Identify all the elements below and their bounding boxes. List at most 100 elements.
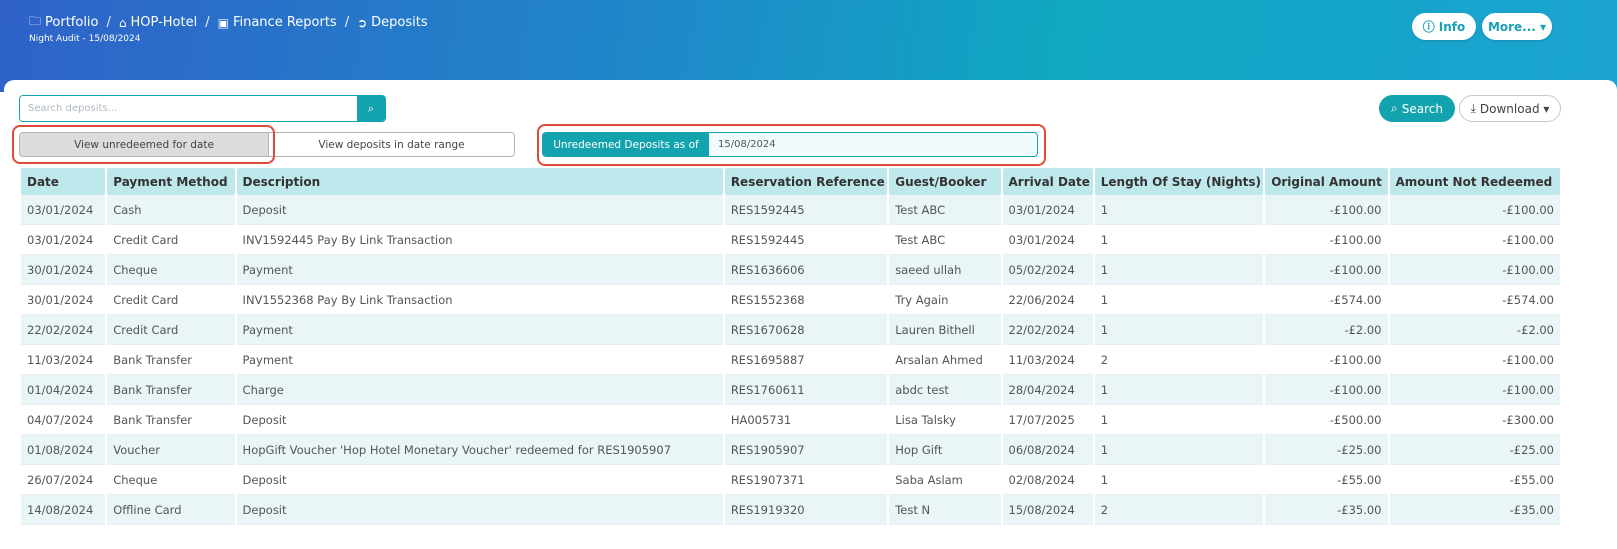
table-cell: 1: [1094, 255, 1264, 285]
info-icon: ⓘ: [1422, 20, 1435, 34]
table-cell: 17/07/2025: [1002, 405, 1093, 435]
table-cell: 22/06/2024: [1002, 285, 1093, 315]
table-row[interactable]: 03/01/2024 Cash Deposit RES1592445 Test ABC 0…: [21, 195, 1560, 225]
table-cell: -£100.00: [1265, 225, 1388, 255]
table-cell: 22/02/2024: [21, 315, 106, 345]
search-button[interactable]: ⌕ Search: [1379, 95, 1455, 122]
table-header-row: Date Payment Method Description Reservat…: [21, 168, 1560, 195]
table-cell: -£100.00: [1389, 375, 1560, 405]
table-cell: 1: [1094, 195, 1264, 225]
column-header[interactable]: Arrival Date: [1002, 168, 1093, 195]
breadcrumb-label: HOP-Hotel: [130, 15, 198, 30]
table-cell: -£55.00: [1265, 465, 1388, 495]
table-cell: 28/04/2024: [1002, 375, 1093, 405]
folder-icon: 🗀: [29, 14, 42, 28]
table-cell: 15/08/2024: [1002, 495, 1093, 525]
table-cell: abdc test: [889, 375, 1001, 405]
highlight-box-date-filter: [537, 124, 1046, 166]
table-cell: -£100.00: [1389, 345, 1560, 375]
table-cell: Cheque: [107, 465, 235, 495]
column-header[interactable]: Date: [21, 168, 106, 195]
table-cell: -£100.00: [1265, 255, 1388, 285]
table-cell: 30/01/2024: [21, 285, 106, 315]
table-row[interactable]: 04/07/2024 Bank Transfer Deposit HA005731 Li…: [21, 405, 1560, 435]
breadcrumb-separator: /: [106, 15, 111, 30]
table-cell: Arsalan Ahmed: [889, 345, 1001, 375]
table-cell: Lisa Talsky: [889, 405, 1001, 435]
table-cell: -£300.00: [1389, 405, 1560, 435]
table-row[interactable]: 22/02/2024 Credit Card Payment RES1670628 La…: [21, 315, 1560, 345]
column-header[interactable]: Original Amount: [1265, 168, 1388, 195]
table-row[interactable]: 01/08/2024 Voucher HopGift Voucher 'Hop Ho…: [21, 435, 1560, 465]
money-icon: ▣: [217, 15, 229, 30]
view-range-button[interactable]: View deposits in date range: [269, 133, 514, 156]
search-button-label: Search: [1401, 101, 1443, 116]
table-row[interactable]: 30/01/2024 Cheque Payment RES1636606 saeed u…: [21, 255, 1560, 285]
table-cell: Payment: [236, 315, 723, 345]
breadcrumb-portfolio[interactable]: 🗀 Portfolio: [29, 12, 99, 33]
breadcrumb-hotel[interactable]: ⌂ HOP-Hotel: [119, 15, 197, 30]
table-cell: 1: [1094, 225, 1264, 255]
table-cell: 14/08/2024: [21, 495, 106, 525]
column-header[interactable]: Length Of Stay (Nights): [1094, 168, 1264, 195]
table-cell: 1: [1094, 375, 1264, 405]
search-submit-button[interactable]: ⌕: [357, 96, 385, 121]
table-cell: Deposit: [236, 405, 723, 435]
table-row[interactable]: 03/01/2024 Credit Card INV1592445 Pay By L…: [21, 225, 1560, 255]
column-header[interactable]: Reservation Reference: [724, 168, 888, 195]
table-row[interactable]: 30/01/2024 Credit Card INV1552368 Pay By L…: [21, 285, 1560, 315]
table-row[interactable]: 14/08/2024 Offline Card Deposit RES1919320 T…: [21, 495, 1560, 525]
search-input[interactable]: [20, 96, 357, 121]
table-cell: 06/08/2024: [1002, 435, 1093, 465]
table-cell: -£100.00: [1389, 195, 1560, 225]
table-cell: HopGift Voucher 'Hop Hotel Monetary Vouc…: [236, 435, 723, 465]
table-cell: -£100.00: [1265, 375, 1388, 405]
table-cell: RES1907371: [724, 465, 888, 495]
table-cell: 11/03/2024: [1002, 345, 1093, 375]
breadcrumb-label: Deposits: [371, 15, 428, 30]
column-header[interactable]: Description: [236, 168, 723, 195]
breadcrumb-finance-reports[interactable]: ▣ Finance Reports: [218, 15, 337, 30]
table-cell: Try Again: [889, 285, 1001, 315]
table-cell: 26/07/2024: [21, 465, 106, 495]
table-row[interactable]: 26/07/2024 Cheque Deposit RES1907371 Saba As…: [21, 465, 1560, 495]
table-cell: 2: [1094, 345, 1264, 375]
table-cell: 03/01/2024: [21, 225, 106, 255]
table-cell: -£100.00: [1389, 225, 1560, 255]
table-cell: Voucher: [107, 435, 235, 465]
table-cell: -£35.00: [1265, 495, 1388, 525]
table-cell: Deposit: [236, 465, 723, 495]
search-icon: ⌕: [367, 101, 375, 115]
column-header[interactable]: Payment Method: [107, 168, 235, 195]
table-cell: Offline Card: [107, 495, 235, 525]
arrow-circle-icon: ➲: [357, 15, 368, 30]
table-cell: 03/01/2024: [1002, 195, 1093, 225]
highlight-box-toggle: [12, 125, 275, 164]
table-row[interactable]: 01/04/2024 Bank Transfer Charge RES1760611 a…: [21, 375, 1560, 405]
table-cell: RES1592445: [724, 225, 888, 255]
table-cell: -£574.00: [1265, 285, 1388, 315]
table-cell: Deposit: [236, 495, 723, 525]
table-cell: -£35.00: [1389, 495, 1560, 525]
info-label: Info: [1438, 19, 1466, 34]
breadcrumb-deposits[interactable]: ➲ Deposits: [357, 15, 428, 30]
table-cell: -£574.00: [1389, 285, 1560, 315]
column-header[interactable]: Guest/Booker: [889, 168, 1001, 195]
download-button[interactable]: ⤓ Download ▾: [1459, 95, 1561, 122]
table-cell: INV1552368 Pay By Link Transaction: [236, 285, 723, 315]
table-cell: RES1695887: [724, 345, 888, 375]
table-cell: Lauren Bithell: [889, 315, 1001, 345]
breadcrumb-label: Portfolio: [45, 15, 99, 30]
table-cell: INV1592445 Pay By Link Transaction: [236, 225, 723, 255]
more-button[interactable]: More... ▾: [1482, 13, 1552, 40]
table-cell: 05/02/2024: [1002, 255, 1093, 285]
table-cell: saeed ullah: [889, 255, 1001, 285]
table-cell: Saba Aslam: [889, 465, 1001, 495]
more-label: More... ▾: [1487, 19, 1547, 34]
table-cell: 02/08/2024: [1002, 465, 1093, 495]
table-cell: RES1760611: [724, 375, 888, 405]
info-button[interactable]: ⓘ Info: [1412, 13, 1476, 40]
table-cell: 03/01/2024: [21, 195, 106, 225]
table-row[interactable]: 11/03/2024 Bank Transfer Payment RES1695887…: [21, 345, 1560, 375]
column-header[interactable]: Amount Not Redeemed: [1389, 168, 1560, 195]
